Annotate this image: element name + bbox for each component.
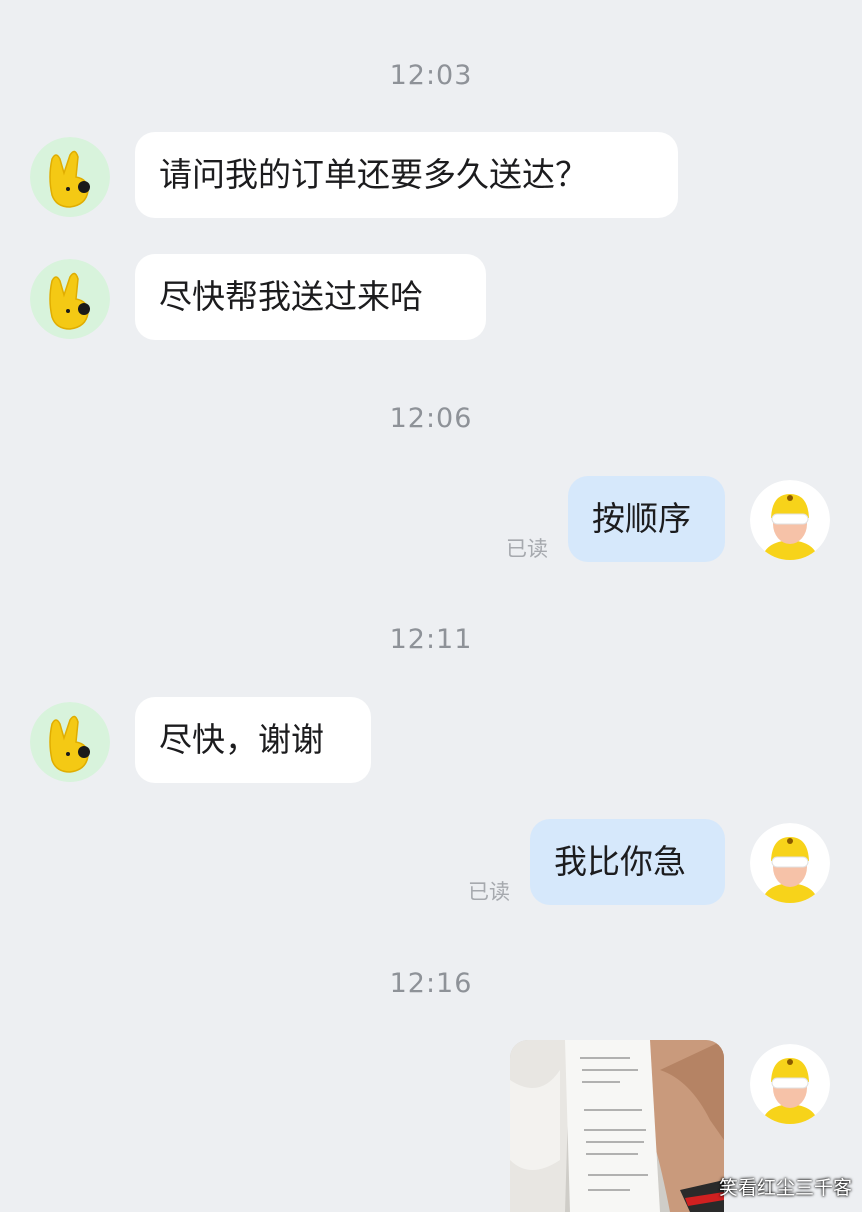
timestamp: 12:03 [389,60,473,91]
message-bubble-outgoing[interactable]: 我比你急 [530,819,725,905]
message-bubble-outgoing[interactable]: 按顺序 [568,476,725,562]
watermark-text: 笑看红尘三千客 [718,1177,852,1199]
courier-avatar-icon[interactable] [750,1044,830,1124]
customer-avatar-icon[interactable] [30,702,110,782]
timestamp: 12:11 [389,624,473,655]
message-bubble-incoming[interactable]: 请问我的订单还要多久送达？ [135,132,678,218]
timestamp: 12:06 [389,403,473,434]
courier-avatar-icon[interactable] [750,480,830,560]
read-status: 已读 [506,537,548,561]
message-bubble-incoming[interactable]: 尽快，谢谢 [135,697,371,783]
image-message-receipt-photo[interactable] [510,1040,724,1212]
customer-avatar-icon[interactable] [30,259,110,339]
customer-avatar-icon[interactable] [30,137,110,217]
timestamp: 12:16 [389,968,473,999]
message-bubble-incoming[interactable]: 尽快帮我送过来哈 [135,254,486,340]
courier-avatar-icon[interactable] [750,823,830,903]
read-status: 已读 [468,880,510,904]
